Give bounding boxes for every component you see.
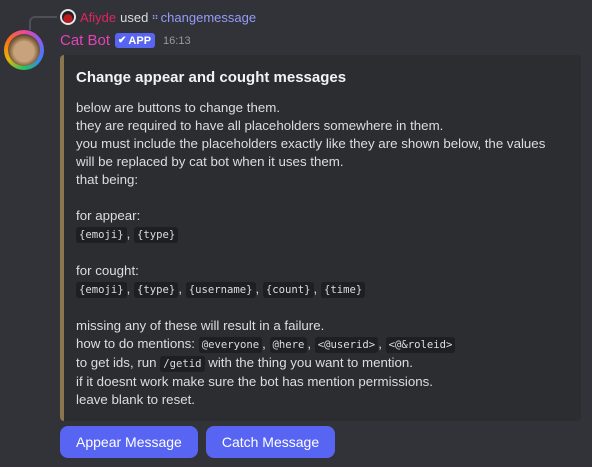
reset-line: leave blank to reset. (76, 392, 196, 407)
app-badge-label: APP (128, 34, 152, 47)
cat-picture (8, 34, 40, 66)
embed: Change appear and cought messages below … (60, 55, 581, 421)
placeholder-code: {type} (134, 282, 179, 298)
separator: , (262, 336, 270, 351)
appear-placeholders: {emoji}, {type} (76, 225, 569, 244)
appear-label: for appear: (76, 208, 141, 223)
message-timestamp[interactable]: 16:13 (163, 35, 191, 47)
ids-suffix: with the thing you want to mention. (204, 355, 413, 370)
mentions-line: how to do mentions: @everyone, @here, <@… (76, 335, 569, 354)
mention-code: @here (269, 337, 308, 353)
message-header: Cat Bot ✔ APP 16:13 (60, 32, 191, 49)
appear-message-button[interactable]: Appear Message (60, 426, 198, 458)
mentions-prefix: how to do mentions: (76, 336, 199, 351)
reply-username[interactable]: Afiyde (80, 10, 116, 25)
checkmark-icon: ✔ (118, 35, 127, 46)
button-row: Appear Message Catch Message (60, 426, 343, 458)
separator: , (126, 281, 135, 296)
placeholder-code: {count} (262, 282, 314, 298)
permissions-line: if it doesnt work make sure the bot has … (76, 374, 433, 389)
reply-connector (29, 16, 57, 30)
mention-code: <@userid> (314, 337, 379, 353)
command-name: changemessage (160, 9, 257, 25)
separator: , (126, 226, 135, 241)
embed-line: that being: (76, 172, 139, 187)
mention-code: @everyone (198, 337, 263, 353)
getid-command-code: /getid (160, 356, 205, 372)
separator: , (178, 281, 186, 296)
ids-prefix: to get ids, run (76, 355, 161, 370)
embed-line: will be replaced by cat bot when it uses… (76, 154, 344, 169)
ids-line: to get ids, run /getid with the thing yo… (76, 354, 569, 373)
separator: , (378, 336, 386, 351)
reply-context[interactable]: Afiyde used ⠶ changemessage (60, 8, 256, 26)
placeholder-code: {emoji} (76, 282, 127, 298)
app-badge: ✔ APP (115, 33, 156, 48)
separator: , (313, 281, 321, 296)
embed-line: below are buttons to change them. (76, 100, 281, 115)
bot-avatar[interactable] (4, 30, 44, 70)
embed-line: you must include the placeholders exactl… (76, 136, 546, 151)
embed-line: they are required to have all placeholde… (76, 118, 444, 133)
cought-label: for cought: (76, 263, 139, 278)
separator: , (307, 336, 315, 351)
mention-code: <@&roleid> (385, 337, 456, 353)
placeholder-code: {username} (185, 282, 256, 298)
placeholder-code: {time} (320, 282, 366, 298)
reply-used-text: used (120, 9, 149, 25)
catch-message-button[interactable]: Catch Message (205, 426, 336, 458)
slash-command-icon: ⠶ (151, 11, 158, 23)
separator: , (255, 281, 263, 296)
author-name[interactable]: Cat Bot (60, 32, 110, 49)
failure-line: missing any of these will result in a fa… (76, 318, 325, 333)
cought-placeholders: {emoji}, {type}, {username}, {count}, {t… (76, 280, 569, 299)
embed-title: Change appear and cought messages (76, 69, 347, 86)
command-link[interactable]: ⠶ changemessage (151, 10, 256, 25)
reply-avatar[interactable] (60, 9, 76, 25)
placeholder-code: {emoji} (76, 227, 127, 243)
placeholder-code: {type} (134, 227, 179, 243)
